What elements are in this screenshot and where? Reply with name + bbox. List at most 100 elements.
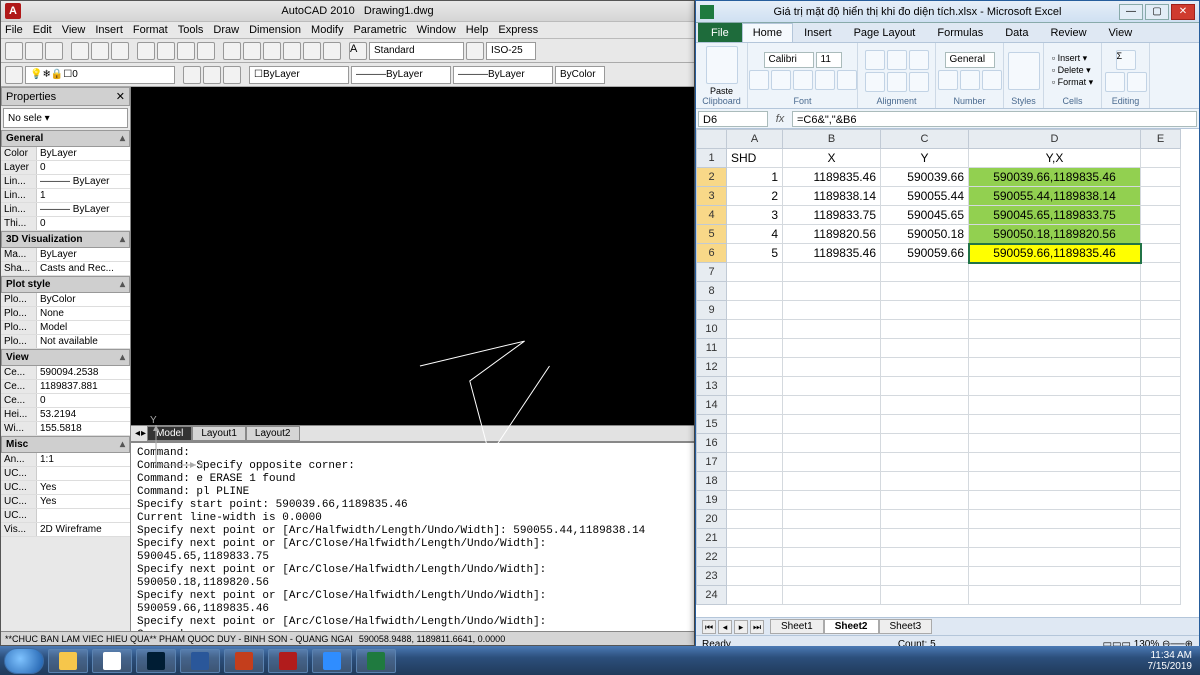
cell[interactable]: 590039.66,1189835.46 — [969, 168, 1141, 187]
props-row[interactable]: Sha...Casts and Rec... — [1, 262, 130, 276]
menu-window[interactable]: Window — [417, 24, 456, 36]
cell[interactable] — [727, 510, 783, 529]
ribbon[interactable]: Paste Clipboard Calibri11 Font Alignment… — [696, 43, 1199, 109]
maximize-button[interactable]: ▢ — [1145, 4, 1169, 20]
cell[interactable] — [1141, 358, 1181, 377]
ribbon-tab-insert[interactable]: Insert — [793, 23, 843, 42]
cell[interactable] — [969, 415, 1141, 434]
cell[interactable] — [969, 358, 1141, 377]
cell[interactable] — [881, 396, 969, 415]
cell[interactable] — [727, 263, 783, 282]
dim-style-icon[interactable] — [466, 42, 484, 60]
cell[interactable] — [727, 282, 783, 301]
find-button[interactable] — [1127, 72, 1147, 92]
text-style-select[interactable]: Standard — [369, 42, 464, 60]
row-header[interactable]: 8 — [697, 282, 727, 301]
insert-cells-button[interactable]: ▫ Insert ▾ — [1052, 53, 1087, 64]
cell[interactable]: 1189835.46 — [783, 168, 881, 187]
zoom-extents-icon[interactable] — [197, 42, 215, 60]
autosum-button[interactable]: Σ — [1116, 50, 1136, 70]
windows-taskbar[interactable]: 11:34 AM 7/15/2019 — [0, 646, 1200, 675]
cell[interactable] — [783, 415, 881, 434]
row-header[interactable]: 16 — [697, 434, 727, 453]
fx-icon[interactable]: fx — [770, 113, 790, 125]
cell[interactable] — [1141, 168, 1181, 187]
props-row[interactable]: UC...Yes — [1, 481, 130, 495]
cell[interactable] — [1141, 244, 1181, 263]
pan-icon[interactable] — [137, 42, 155, 60]
cell[interactable] — [727, 567, 783, 586]
autocad-menubar[interactable]: FileEditViewInsertFormatToolsDrawDimensi… — [1, 21, 694, 39]
cell[interactable]: 590055.44 — [881, 187, 969, 206]
tool-icon[interactable] — [223, 66, 241, 84]
tool-icon[interactable] — [183, 66, 201, 84]
props-row[interactable]: Vis...2D Wireframe — [1, 523, 130, 537]
selection-combo[interactable]: No sele ▾ — [3, 108, 128, 128]
props-row[interactable]: Ma...ByLayer — [1, 248, 130, 262]
ribbon-tab-review[interactable]: Review — [1039, 23, 1097, 42]
bold-button[interactable] — [749, 70, 769, 90]
tool-icon[interactable] — [303, 42, 321, 60]
row-header[interactable]: 23 — [697, 567, 727, 586]
cell[interactable] — [727, 377, 783, 396]
autocad-titlebar[interactable]: A AutoCAD 2010 Drawing1.dwg — [1, 1, 694, 21]
cell[interactable] — [1141, 415, 1181, 434]
cell[interactable] — [1141, 282, 1181, 301]
system-tray[interactable]: 11:34 AM 7/15/2019 — [1148, 650, 1197, 672]
cell[interactable] — [881, 586, 969, 605]
sheet-tab-sheet3[interactable]: Sheet3 — [879, 619, 933, 634]
props-row[interactable]: Ce...590094.2538 — [1, 366, 130, 380]
taskbar-excel-button[interactable] — [356, 649, 396, 673]
tool-icon[interactable] — [263, 42, 281, 60]
menu-insert[interactable]: Insert — [95, 24, 123, 36]
props-group-misc[interactable]: Misc▴ — [1, 436, 130, 453]
undo-icon[interactable] — [91, 42, 109, 60]
props-row[interactable]: Lin...——— ByLayer — [1, 175, 130, 189]
row-header[interactable]: 4 — [697, 206, 727, 225]
cell[interactable] — [783, 396, 881, 415]
formula-input[interactable]: =C6&","&B6 — [792, 111, 1197, 127]
taskbar-pdf-button[interactable] — [268, 649, 308, 673]
sheet-nav-last-icon[interactable]: ⏭ — [750, 620, 764, 634]
save-icon[interactable] — [45, 42, 63, 60]
cell[interactable] — [783, 586, 881, 605]
cell[interactable] — [727, 491, 783, 510]
cell[interactable] — [1141, 206, 1181, 225]
cell[interactable] — [969, 263, 1141, 282]
number-format-select[interactable]: General — [945, 52, 995, 68]
new-icon[interactable] — [5, 42, 23, 60]
cell[interactable]: 4 — [727, 225, 783, 244]
cell[interactable] — [881, 548, 969, 567]
cell[interactable] — [1141, 529, 1181, 548]
start-button[interactable] — [4, 648, 44, 674]
cell[interactable] — [881, 567, 969, 586]
props-group-plot[interactable]: Plot style▴ — [1, 276, 130, 293]
cell[interactable] — [969, 586, 1141, 605]
cell[interactable] — [783, 434, 881, 453]
menu-express[interactable]: Express — [498, 24, 538, 36]
props-group-general[interactable]: General▴ — [1, 130, 130, 147]
menu-edit[interactable]: Edit — [33, 24, 52, 36]
col-header-E[interactable]: E — [1141, 130, 1181, 149]
close-button[interactable]: ✕ — [1171, 4, 1195, 20]
cell[interactable] — [727, 529, 783, 548]
col-header-B[interactable]: B — [783, 130, 881, 149]
tool-icon[interactable] — [283, 42, 301, 60]
cell[interactable] — [969, 377, 1141, 396]
command-window[interactable]: Command: Command: Specify opposite corne… — [131, 441, 694, 631]
cell[interactable] — [727, 434, 783, 453]
props-row[interactable]: Layer0 — [1, 161, 130, 175]
cell[interactable] — [969, 434, 1141, 453]
props-row[interactable]: Plo...Model — [1, 321, 130, 335]
cell[interactable] — [881, 529, 969, 548]
align-center-button[interactable] — [887, 72, 907, 92]
cell[interactable] — [1141, 510, 1181, 529]
cell[interactable] — [783, 339, 881, 358]
cell[interactable] — [727, 396, 783, 415]
align-top-button[interactable] — [865, 50, 885, 70]
menu-help[interactable]: Help — [466, 24, 489, 36]
cell[interactable]: 590045.65 — [881, 206, 969, 225]
cell[interactable] — [727, 358, 783, 377]
sheet-nav-next-icon[interactable]: ▸ — [734, 620, 748, 634]
taskbar-zalo-button[interactable] — [312, 649, 352, 673]
